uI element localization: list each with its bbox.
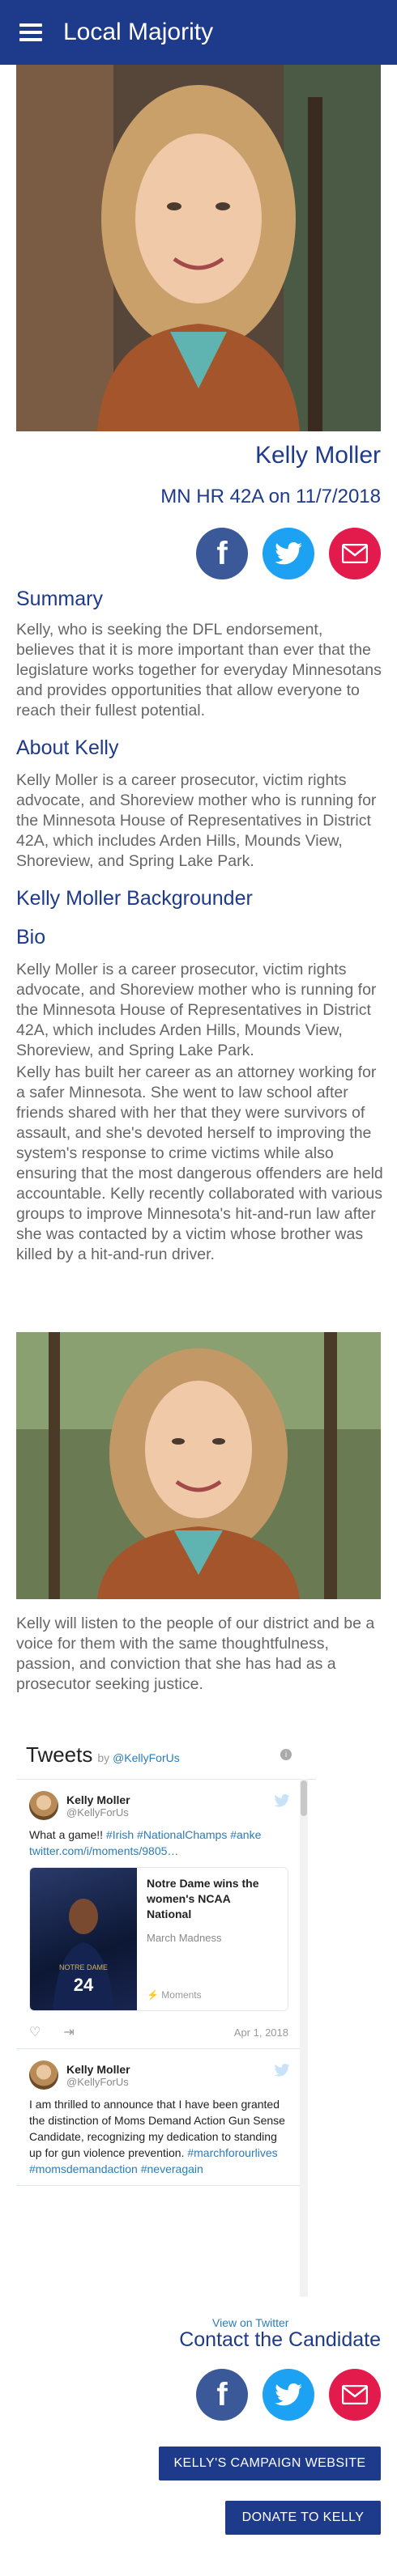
scrollbar-thumb[interactable] <box>301 1780 307 1816</box>
app-title[interactable]: Local Majority <box>63 19 213 46</box>
bio-heading: Bio <box>16 926 46 948</box>
tweet-moment-card[interactable]: NOTRE DAME 24 Notre Dame wins the women'… <box>29 1867 288 2011</box>
view-on-twitter-link[interactable]: View on Twitter <box>212 2316 288 2329</box>
donate-button[interactable]: DONATE TO KELLY <box>225 2501 381 2535</box>
tweet-author-name[interactable]: Kelly Moller <box>66 1793 130 1806</box>
share-icon[interactable]: ⇥ <box>63 2024 74 2040</box>
card-jersey-number: 24 <box>74 1975 94 1995</box>
bio-text-2: Kelly has built her career as an attorne… <box>16 1063 383 1263</box>
email-icon[interactable] <box>329 528 381 579</box>
candidate-name: Kelly Moller <box>254 442 381 469</box>
twitter-icon[interactable] <box>263 528 314 579</box>
like-heart-icon[interactable]: ♡ <box>29 2024 41 2040</box>
backgrounder-heading: Kelly Moller Backgrounder <box>16 887 253 910</box>
about-heading: About Kelly <box>16 736 119 759</box>
campaign-website-button[interactable]: KELLY'S CAMPAIGN WEBSITE <box>159 2447 381 2481</box>
tweet-date[interactable]: Apr 1, 2018 <box>234 2026 288 2039</box>
contact-social-row: f <box>196 2369 381 2421</box>
twitter-timeline-widget[interactable]: Tweets by @KellyForUs i Kelly Moller @Ke… <box>16 1730 316 2336</box>
summary-text: Kelly, who is seeking the DFL endorsemen… <box>16 621 382 719</box>
twitter-bird-icon[interactable] <box>274 2064 290 2081</box>
summary-heading: Summary <box>16 588 103 610</box>
card-footer: ⚡ Moments <box>147 1989 202 2001</box>
hamburger-menu-icon[interactable] <box>19 23 42 41</box>
facebook-icon[interactable]: f <box>196 2369 248 2421</box>
tweet-hashtags[interactable]: #Irish #NationalChamps #anke <box>106 1828 261 1841</box>
tweet-item[interactable]: Kelly Moller @KellyForUs I am thrilled t… <box>16 2049 301 2186</box>
tweet-link[interactable]: twitter.com/i/moments/9805… <box>29 1844 178 1857</box>
bio-text-1: Kelly Moller is a career prosecutor, vic… <box>16 961 377 1059</box>
card-subtitle: March Madness <box>147 1932 222 1944</box>
email-icon[interactable] <box>329 2369 381 2421</box>
candidate-portrait-photo <box>16 65 381 431</box>
card-jersey-brand: NOTRE DAME <box>59 1963 108 1971</box>
tweet-author-handle[interactable]: @KellyForUs <box>66 2076 130 2088</box>
tweet-author-handle[interactable]: @KellyForUs <box>66 1806 130 1818</box>
avatar[interactable] <box>29 1791 58 1820</box>
twitter-timeline-by: by @KellyForUs <box>97 1751 180 1764</box>
twitter-handle-link[interactable]: @KellyForUs <box>113 1751 180 1764</box>
top-navigation-bar: Local Majority <box>0 0 397 65</box>
about-text: Kelly Moller is a career prosecutor, vic… <box>16 771 377 870</box>
closing-text: Kelly will listen to the people of our d… <box>16 1615 375 1693</box>
card-thumbnail: NOTRE DAME 24 <box>30 1868 137 2010</box>
tweet-author-name[interactable]: Kelly Moller <box>66 2063 130 2076</box>
social-share-row: f <box>196 528 381 579</box>
twitter-bird-icon[interactable] <box>274 1794 290 1811</box>
candidate-race: MN HR 42A on 11/7/2018 <box>160 486 381 507</box>
tweet-list-scrollbar[interactable] <box>300 1779 308 2297</box>
tweet-text: What a game!! #Irish #NationalChamps #an… <box>29 1828 262 1857</box>
avatar[interactable] <box>29 2060 58 2090</box>
info-icon[interactable]: i <box>280 1749 292 1760</box>
tweet-text: I am thrilled to announce that I have be… <box>29 2098 285 2175</box>
candidate-outdoor-photo <box>16 1332 381 1599</box>
contact-heading: Contact the Candidate <box>179 2328 381 2351</box>
twitter-icon[interactable] <box>263 2369 314 2421</box>
twitter-timeline-title: Tweets <box>26 1742 93 1767</box>
tweet-item[interactable]: Kelly Moller @KellyForUs What a game!! #… <box>16 1780 301 2049</box>
card-title: Notre Dame wins the women's NCAA Nationa… <box>147 1877 259 1920</box>
facebook-icon[interactable]: f <box>196 528 248 579</box>
tweet-list[interactable]: Kelly Moller @KellyForUs What a game!! #… <box>16 1779 316 2297</box>
twitter-timeline-header: Tweets by @KellyForUs i <box>16 1730 308 1779</box>
